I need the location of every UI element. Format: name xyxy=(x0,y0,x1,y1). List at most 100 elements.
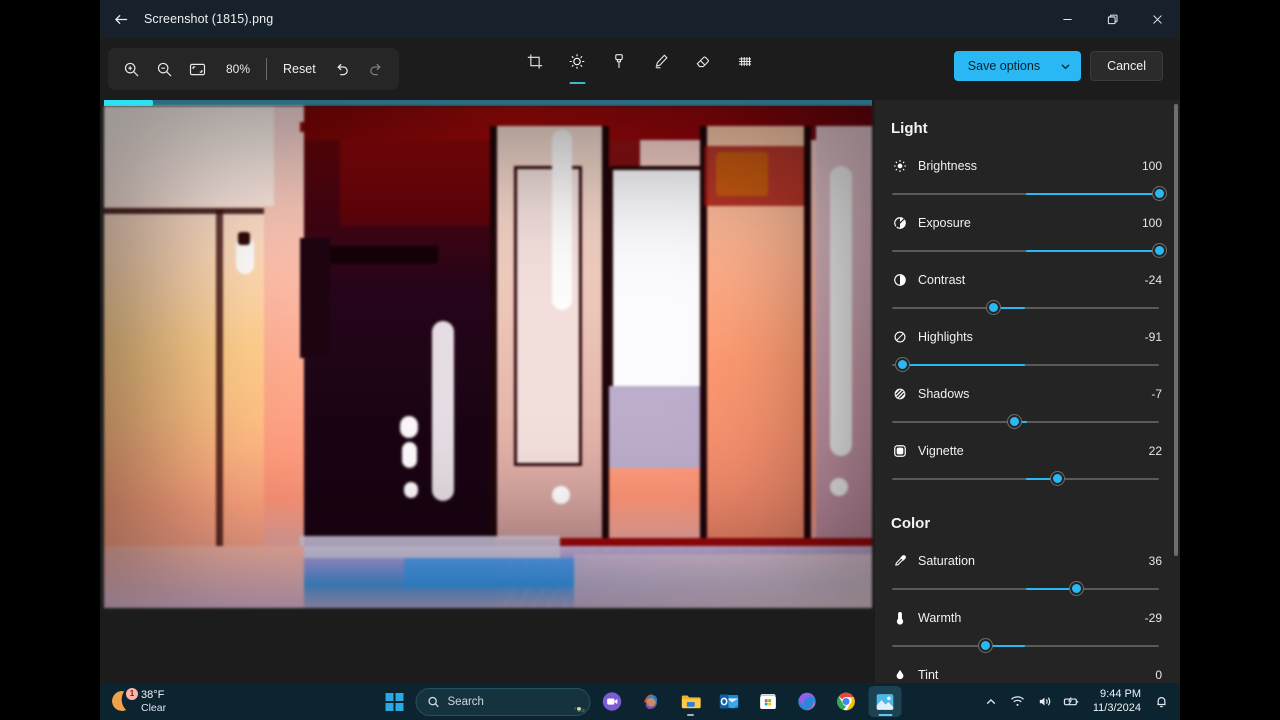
slider-exposure[interactable] xyxy=(892,241,1166,261)
moon-icon: 1 xyxy=(110,687,138,713)
weather-condition: Clear xyxy=(141,701,167,714)
clock-date: 11/3/2024 xyxy=(1092,701,1141,714)
tool-highlighter[interactable] xyxy=(646,48,677,88)
store-icon xyxy=(760,693,776,709)
tool-indicator xyxy=(737,82,753,85)
slider-thumb[interactable] xyxy=(1008,415,1022,428)
slider-highlights[interactable] xyxy=(892,355,1159,375)
shadows-icon xyxy=(891,385,909,403)
weather-badge: 1 xyxy=(126,687,138,700)
fit-to-window-button[interactable] xyxy=(182,54,213,85)
weather-widget[interactable]: 1 38°F Clear xyxy=(100,685,166,718)
slider-saturation[interactable] xyxy=(892,579,1159,599)
slider-thumb[interactable] xyxy=(896,358,910,371)
slider-thumb[interactable] xyxy=(986,301,1000,314)
control-label: Vignette xyxy=(918,444,964,458)
edited-photo[interactable] xyxy=(103,106,872,608)
photos-editor-window: Screenshot (1815).png 80% Reset Save opt… xyxy=(100,0,1180,683)
slider-shadows[interactable] xyxy=(892,412,1159,432)
weather-text: 38°F Clear xyxy=(141,689,166,714)
taskbar-item-microsoft-store[interactable] xyxy=(752,686,785,717)
slider-thumb[interactable] xyxy=(1051,472,1065,485)
tool-crop[interactable] xyxy=(520,48,551,88)
crop-icon xyxy=(527,54,543,69)
control-label: Exposure xyxy=(918,216,971,230)
outlook-icon xyxy=(719,694,739,709)
taskbar-item-outlook[interactable] xyxy=(713,686,746,717)
cancel-button[interactable]: Cancel xyxy=(1090,51,1163,81)
battery-button[interactable] xyxy=(1060,688,1084,716)
control-tint: Tint 0 xyxy=(891,656,1162,683)
control-value: 100 xyxy=(1141,159,1162,173)
control-shadows: Shadows -7 xyxy=(891,375,1162,432)
scrollbar-thumb[interactable] xyxy=(1174,104,1178,556)
control-value: 0 xyxy=(1155,668,1162,682)
notifications-button[interactable] xyxy=(1150,688,1172,716)
search-input[interactable]: Search xyxy=(415,687,591,716)
slider-brightness[interactable] xyxy=(892,184,1166,204)
contrast-icon xyxy=(891,271,909,289)
taskbar-item-photos[interactable] xyxy=(868,686,902,717)
tool-markup-pen[interactable] xyxy=(604,48,635,88)
editor-body: Light Brightness 100 Exposure 100 Contra… xyxy=(100,100,1180,683)
image-canvas[interactable] xyxy=(103,100,872,608)
start-button[interactable] xyxy=(378,686,412,717)
battery-icon xyxy=(1064,697,1079,706)
wifi-icon xyxy=(1011,696,1025,706)
slider-contrast[interactable] xyxy=(892,298,1159,318)
network-button[interactable] xyxy=(1006,688,1030,716)
slider-thumb[interactable] xyxy=(1069,582,1083,595)
taskbar-item-copilot[interactable] xyxy=(635,686,668,717)
folder-icon xyxy=(681,694,701,708)
tool-indicator xyxy=(695,82,711,85)
copilot-icon xyxy=(644,694,658,710)
slider-thumb[interactable] xyxy=(978,639,992,652)
tool-blur[interactable] xyxy=(730,48,761,88)
control-contrast: Contrast -24 xyxy=(891,261,1162,318)
slider-warmth[interactable] xyxy=(892,636,1159,656)
redo-button[interactable] xyxy=(360,54,391,85)
editing-tools-group xyxy=(520,48,761,88)
eyedropper-icon xyxy=(891,552,909,570)
slider-fill xyxy=(1025,193,1159,195)
save-options-button[interactable]: Save options xyxy=(953,51,1082,81)
reset-button[interactable]: Reset xyxy=(274,56,325,82)
show-hidden-icons-button[interactable] xyxy=(979,688,1003,716)
vignette-icon xyxy=(891,442,909,460)
control-label: Saturation xyxy=(918,554,975,568)
taskbar-item-chrome[interactable] xyxy=(830,686,863,717)
tool-eraser[interactable] xyxy=(688,48,719,88)
taskbar-item-file-explorer[interactable] xyxy=(674,686,707,717)
panel-scrollbar[interactable] xyxy=(1173,100,1178,683)
control-label: Highlights xyxy=(918,330,973,344)
thermometer-icon xyxy=(891,609,909,627)
control-saturation: Saturation 36 xyxy=(891,542,1162,599)
search-placeholder: Search xyxy=(447,695,484,708)
clock[interactable]: 9:44 PM 11/3/2024 xyxy=(1087,688,1147,714)
control-value: -91 xyxy=(1144,330,1162,344)
adjustments-list: Light Brightness 100 Exposure 100 Contra… xyxy=(875,100,1180,683)
taskbar-item-edge-copilot[interactable] xyxy=(791,686,824,717)
minimize-button[interactable] xyxy=(1045,0,1090,38)
system-tray: 9:44 PM 11/3/2024 xyxy=(979,688,1172,716)
restore-icon xyxy=(1107,14,1118,24)
tool-adjustment[interactable] xyxy=(562,48,593,88)
restore-button[interactable] xyxy=(1090,0,1135,38)
exposure-icon xyxy=(891,214,909,232)
slider-vignette[interactable] xyxy=(892,469,1159,489)
zoom-in-button[interactable] xyxy=(116,54,147,85)
zoom-out-button[interactable] xyxy=(149,54,180,85)
control-warmth: Warmth -29 xyxy=(891,599,1162,656)
close-button[interactable] xyxy=(1135,0,1180,38)
back-button[interactable] xyxy=(100,0,142,38)
window-controls xyxy=(1045,0,1180,38)
slider-thumb[interactable] xyxy=(1152,244,1166,257)
control-brightness: Brightness 100 xyxy=(891,147,1166,204)
document-title: Screenshot (1815).png xyxy=(144,12,274,26)
undo-button[interactable] xyxy=(327,54,358,85)
search-icon xyxy=(428,696,439,707)
taskbar-item-teams[interactable] xyxy=(596,686,629,717)
minimize-icon xyxy=(1063,18,1072,20)
volume-button[interactable] xyxy=(1033,688,1057,716)
slider-thumb[interactable] xyxy=(1152,187,1166,200)
